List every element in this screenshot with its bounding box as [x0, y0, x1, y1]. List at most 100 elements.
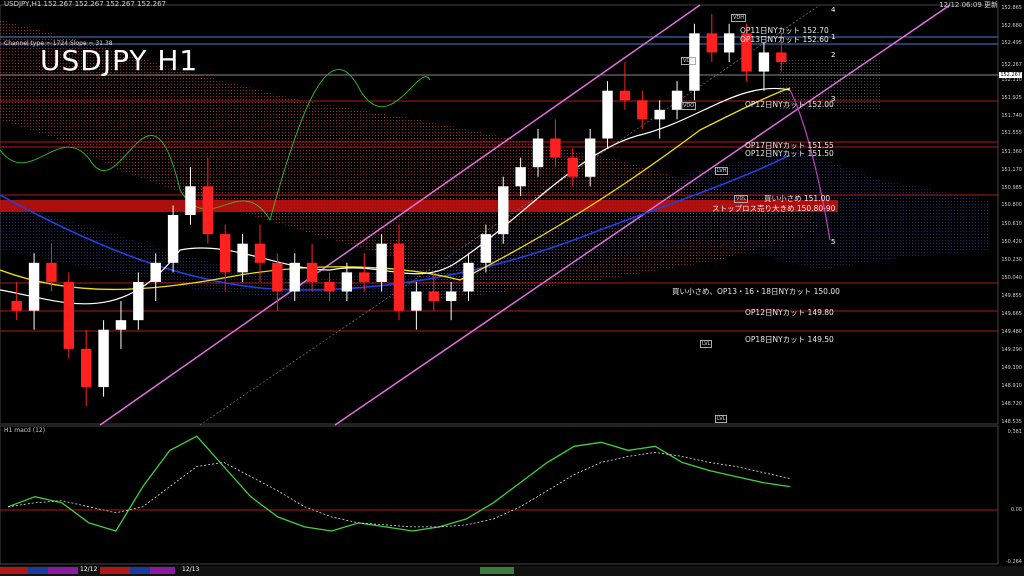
- price-scale-label: 148.910: [1001, 383, 1022, 390]
- price-scale-label: 151.170: [1001, 167, 1022, 174]
- candle-body: [28, 262, 40, 311]
- candle-body: [80, 348, 92, 388]
- session-segment: [130, 567, 150, 574]
- macd-scale-label: 0.00: [1010, 507, 1022, 513]
- candle-body: [46, 262, 57, 282]
- price-scale-label: 151.740: [1001, 112, 1022, 119]
- candle-body: [463, 262, 474, 292]
- candle-body: [480, 234, 492, 263]
- macd-scale-label: 0.381: [1007, 429, 1022, 435]
- price-scale-label: 152.495: [1001, 40, 1022, 47]
- price-scale-label: 150.610: [1001, 220, 1022, 227]
- level-label: 買い小さめ、OP13・16・18日NYカット 150.00: [672, 287, 840, 296]
- wave-label: 3: [831, 95, 836, 103]
- candle-body: [411, 291, 422, 311]
- price-scale-label: 149.665: [1001, 310, 1022, 317]
- tag: VDC: [681, 57, 696, 65]
- candle-body: [167, 215, 179, 263]
- candle-body: [445, 291, 457, 302]
- price-scale-label: 150.230: [1001, 256, 1022, 263]
- macd-title: H1 macd (12): [4, 427, 46, 434]
- price-scale-label: 149.100: [1001, 364, 1022, 371]
- candle-body: [723, 33, 735, 53]
- symbol-info: USDJPY,H1 152.267 152.267 152.267 152.26…: [4, 0, 166, 8]
- price-scale-label: 151.925: [1001, 94, 1022, 101]
- session-segment: [100, 567, 130, 574]
- candle-body: [428, 291, 439, 302]
- tag: LVL: [700, 340, 713, 348]
- price-scale-label: 152.110: [1001, 77, 1022, 84]
- price-scale-label: 150.985: [1001, 184, 1022, 191]
- candle-body: [550, 138, 561, 158]
- candle-body: [654, 109, 665, 120]
- date-label: 12/12: [80, 566, 98, 573]
- price-scale-label: 149.480: [1001, 328, 1022, 335]
- candle-body: [706, 33, 718, 53]
- update-timestamp: 12/12 06:09 更新: [939, 1, 998, 9]
- level-label: OP13日NYカット 152.60: [740, 35, 829, 44]
- price-scale-label: 152.267: [1001, 62, 1022, 69]
- price-scale: 152.865 152.680 152.495 152.267 152.110 151.9…: [998, 0, 1024, 576]
- session-segment: [0, 567, 28, 574]
- tag: VDO: [681, 102, 697, 110]
- candle-body: [289, 262, 300, 292]
- price-scale-label: 148.720: [1001, 401, 1022, 408]
- session-segment: [48, 567, 78, 574]
- candle-body: [98, 329, 109, 388]
- candle-body: [567, 157, 578, 177]
- candle-body: [133, 281, 144, 321]
- macd-panel-border: [0, 425, 999, 565]
- candle-body: [359, 272, 370, 282]
- level-label: OP12日NYカット 151.50: [745, 149, 834, 158]
- candle-body: [220, 234, 231, 273]
- macd-scale-label: -0.264: [1005, 559, 1022, 565]
- candle-body: [498, 186, 509, 235]
- level-label: OP18日NYカット 149.50: [745, 335, 834, 344]
- price-scale-label: 152.865: [1001, 5, 1022, 11]
- candle-body: [584, 138, 596, 177]
- candle-body: [11, 301, 22, 311]
- wave-label: 1: [831, 33, 836, 41]
- price-scale-label: 150.040: [1001, 275, 1022, 282]
- price-scale-label: 152.680: [1001, 22, 1022, 29]
- level-label: OP12日NYカット 152.00: [745, 100, 834, 109]
- tag: VDH: [731, 14, 747, 22]
- macd-lines: [7, 435, 791, 532]
- candle-body: [376, 243, 387, 282]
- tag: LVH: [715, 167, 729, 175]
- candle-body: [341, 272, 353, 292]
- candle-body: [63, 281, 75, 349]
- candle-body: [237, 243, 248, 273]
- price-scale-label: 148.535: [1001, 419, 1022, 425]
- level-label: OP12日NYカット 149.80: [745, 308, 834, 317]
- price-scale-label: 150.800: [1001, 202, 1022, 209]
- price-chart[interactable]: [0, 0, 1024, 576]
- candle-body: [532, 138, 544, 168]
- price-scale-label: 151.360: [1001, 148, 1022, 155]
- candle-body: [602, 90, 613, 139]
- level-label: ストップロス売り大きめ 150.80-90: [712, 204, 836, 213]
- session-segment: [150, 567, 175, 574]
- candle-body: [272, 262, 283, 292]
- session-segment: [480, 567, 514, 574]
- session-segment: [28, 567, 48, 574]
- candle-body: [758, 52, 770, 72]
- price-scale-label: 151.555: [1001, 130, 1022, 137]
- candle-body: [150, 262, 161, 282]
- price-scale-label: 150.420: [1001, 238, 1022, 245]
- wave-label: 4: [831, 6, 836, 14]
- macd-line: [7, 435, 791, 532]
- candle-body: [393, 243, 405, 311]
- candle-body: [306, 262, 318, 282]
- current-price-label: 152.267: [999, 72, 1022, 78]
- price-scale-label: 149.855: [1001, 292, 1022, 299]
- candle-body: [324, 281, 335, 292]
- tag: VDL: [734, 195, 749, 203]
- candle-body: [202, 186, 214, 235]
- price-scale-label: 149.290: [1001, 346, 1022, 353]
- chart-title: USDJPY H1: [40, 44, 199, 77]
- wave-label: 5: [831, 238, 836, 246]
- candle-body: [115, 320, 127, 330]
- candle-body: [254, 243, 266, 263]
- candle-body: [619, 90, 631, 101]
